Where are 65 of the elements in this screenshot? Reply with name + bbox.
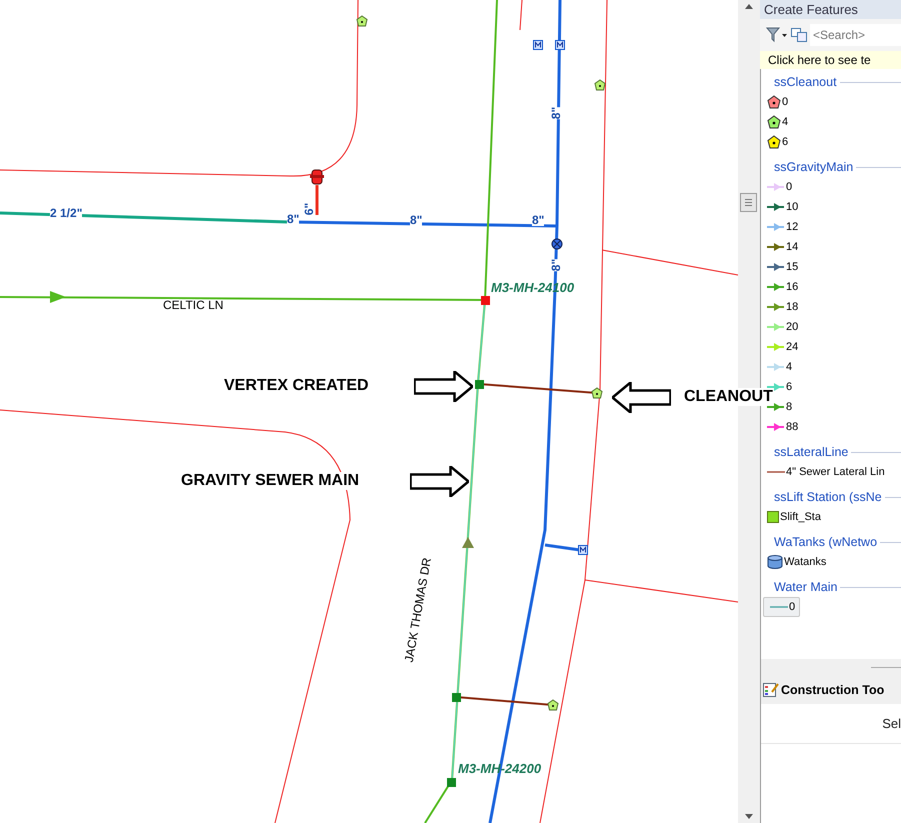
- vertex-marker: [475, 380, 484, 389]
- template-item[interactable]: 4: [761, 112, 792, 132]
- template-item[interactable]: 12: [761, 217, 802, 237]
- layer-heading: ssLateralLine: [774, 446, 848, 458]
- flow-arrow-icon: [50, 291, 66, 303]
- callout-text: CLEANOUT: [684, 388, 773, 406]
- callout-text: GRAVITY SEWER MAIN: [181, 472, 360, 490]
- pipe-size-label: 8": [532, 214, 544, 226]
- template-item[interactable]: Watanks: [761, 552, 830, 572]
- layer-heading: Water Main: [774, 580, 838, 594]
- template-item[interactable]: 88: [761, 417, 802, 437]
- tools-list-icon: [763, 682, 779, 698]
- template-item[interactable]: 20: [761, 317, 802, 337]
- template-item[interactable]: 15: [761, 257, 802, 277]
- parcel-line: [520, 0, 522, 30]
- scroll-up-icon[interactable]: [745, 4, 753, 9]
- hydrant-icon: [310, 170, 324, 184]
- callout-arrow-icon: [414, 371, 473, 402]
- manhole-marker: [447, 778, 456, 787]
- manhole-marker: [481, 296, 490, 305]
- pipe-size-label: 8": [550, 106, 562, 120]
- template-item[interactable]: 24: [761, 337, 802, 357]
- template-item[interactable]: Slift_Sta: [761, 507, 825, 527]
- pipe-size-label: 2 1/2": [50, 207, 82, 219]
- street-name-label: CELTIC LN: [163, 299, 224, 311]
- scrollbar-thumb[interactable]: [740, 193, 757, 212]
- template-item[interactable]: 0: [763, 597, 800, 617]
- cleanout-icon: [547, 699, 559, 711]
- layer-heading: WaTanks (wNetwo: [774, 536, 878, 548]
- organize-icon[interactable]: [791, 28, 807, 42]
- triangle-icon: [462, 537, 474, 548]
- template-item[interactable]: 18: [761, 297, 802, 317]
- template-item[interactable]: 10: [761, 197, 802, 217]
- tools-hint: Sel: [882, 714, 901, 733]
- cleanout-icon: [594, 79, 606, 91]
- template-item[interactable]: 0: [761, 177, 796, 197]
- tools-heading: Construction Too: [781, 682, 884, 699]
- template-item[interactable]: 6: [761, 132, 792, 152]
- template-item[interactable]: 14: [761, 237, 802, 257]
- manhole-icon: [533, 40, 543, 50]
- panel-title: Create Features: [760, 0, 901, 19]
- layer-heading: ssCleanout: [774, 76, 837, 88]
- pipe-size-label: 8": [287, 213, 300, 225]
- template-item[interactable]: 4: [761, 357, 796, 377]
- pipe-size-label: 6": [303, 202, 316, 216]
- filter-icon[interactable]: [766, 27, 788, 43]
- layer-heading: ssLift Station (ssNe: [774, 490, 882, 504]
- street-name-label: JACK THOMAS DR: [402, 556, 433, 664]
- manhole-icon: [578, 545, 588, 555]
- hydrant-line: [316, 185, 318, 215]
- callout-arrow-icon: [410, 466, 469, 497]
- cleanout-icon: [591, 387, 603, 399]
- cleanout-icon: [356, 15, 368, 27]
- template-item[interactable]: 0: [761, 92, 792, 112]
- vertex-marker: [452, 693, 461, 702]
- pipe-size-label: 8": [550, 258, 562, 272]
- callout-arrow-icon: [612, 382, 671, 413]
- manhole-icon: [555, 40, 565, 50]
- pipe-size-label: 8": [410, 214, 422, 226]
- template-item[interactable]: 16: [761, 277, 802, 297]
- template-item[interactable]: 4" Sewer Lateral Lin: [761, 462, 889, 482]
- valve-icon: [552, 238, 562, 250]
- scroll-down-icon[interactable]: [745, 814, 753, 819]
- notice-bar[interactable]: Click here to see te: [760, 51, 901, 69]
- layer-heading: ssGravityMain: [774, 160, 854, 174]
